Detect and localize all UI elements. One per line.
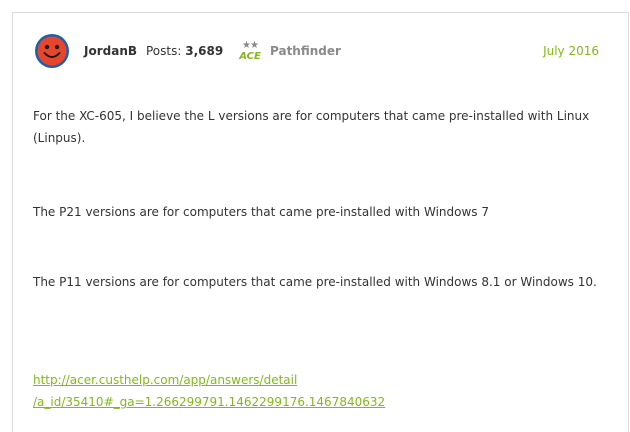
- post-paragraph: For the XC-605, I believe the L versions…: [33, 109, 590, 145]
- post-date[interactable]: July 2016: [543, 44, 599, 58]
- rank-badge-label: ACE: [239, 51, 261, 62]
- smiley-face-icon: [35, 34, 69, 68]
- rank-badge: ★★ ACE: [237, 41, 263, 67]
- rank-stars-icon: ★★: [242, 40, 259, 51]
- username-link[interactable]: JordanB: [84, 44, 137, 58]
- forum-post: JordanB Posts: 3,689 ★★ ACE Pathfinder J…: [12, 12, 629, 432]
- rank-name: Pathfinder: [270, 44, 341, 58]
- acer-support-link[interactable]: http://acer.custhelp.com/app/answers/det…: [33, 373, 297, 387]
- post-link-paragraph: http://acer.custhelp.com/app/answers/det…: [33, 369, 385, 413]
- post-count: Posts: 3,689: [146, 44, 223, 58]
- avatar[interactable]: [34, 33, 70, 69]
- post-paragraph: The P11 versions are for computers that …: [33, 275, 597, 289]
- post-paragraph: The P21 versions are for computers that …: [33, 205, 489, 219]
- post-header: JordanB Posts: 3,689 ★★ ACE Pathfinder J…: [34, 33, 628, 73]
- posts-label: Posts:: [146, 44, 182, 58]
- posts-count-value: 3,689: [185, 44, 224, 58]
- acer-support-link-continued[interactable]: /a_id/35410#_ga=1.266299791.1462299176.1…: [33, 395, 385, 409]
